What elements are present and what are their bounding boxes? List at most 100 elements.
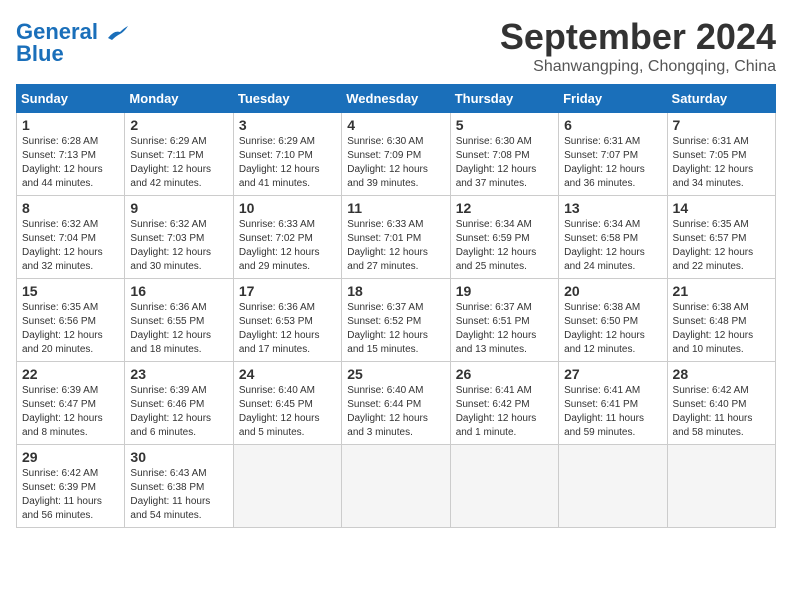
calendar-cell xyxy=(233,445,341,528)
logo-line2: Blue xyxy=(16,42,64,66)
day-info: Sunrise: 6:43 AMSunset: 6:38 PMDaylight:… xyxy=(130,467,227,523)
day-info: Sunrise: 6:42 AMSunset: 6:39 PMDaylight:… xyxy=(22,467,119,523)
calendar-week-1: 1 Sunrise: 6:28 AMSunset: 7:13 PMDaylight… xyxy=(17,113,776,196)
calendar-cell xyxy=(342,445,450,528)
day-info: Sunrise: 6:38 AMSunset: 6:50 PMDaylight:… xyxy=(564,301,661,357)
day-number: 7 xyxy=(673,117,770,133)
calendar-cell: 13Sunrise: 6:34 AMSunset: 6:58 PMDayligh… xyxy=(559,196,667,279)
day-info: Sunrise: 6:35 AMSunset: 6:57 PMDaylight:… xyxy=(673,218,770,274)
col-friday: Friday xyxy=(559,85,667,113)
col-thursday: Thursday xyxy=(450,85,558,113)
day-number: 27 xyxy=(564,366,661,382)
day-info: Sunrise: 6:32 AMSunset: 7:03 PMDaylight:… xyxy=(130,218,227,274)
day-info: Sunrise: 6:31 AMSunset: 7:07 PMDaylight:… xyxy=(564,135,661,191)
calendar-cell: 1 Sunrise: 6:28 AMSunset: 7:13 PMDaylight… xyxy=(17,113,125,196)
calendar-cell: 5Sunrise: 6:30 AMSunset: 7:08 PMDaylight… xyxy=(450,113,558,196)
day-info: Sunrise: 6:30 AMSunset: 7:08 PMDaylight:… xyxy=(456,135,553,191)
day-number: 28 xyxy=(673,366,770,382)
day-number: 14 xyxy=(673,200,770,216)
day-number: 1 xyxy=(22,117,119,133)
day-info: Sunrise: 6:41 AMSunset: 6:42 PMDaylight:… xyxy=(456,384,553,440)
calendar-table: Sunday Monday Tuesday Wednesday Thursday… xyxy=(16,84,776,528)
day-number: 19 xyxy=(456,283,553,299)
day-info: Sunrise: 6:30 AMSunset: 7:09 PMDaylight:… xyxy=(347,135,444,191)
day-info: Sunrise: 6:35 AMSunset: 6:56 PMDaylight:… xyxy=(22,301,119,357)
day-number: 30 xyxy=(130,449,227,465)
day-info: Sunrise: 6:40 AMSunset: 6:44 PMDaylight:… xyxy=(347,384,444,440)
day-number: 21 xyxy=(673,283,770,299)
calendar-cell: 22 Sunrise: 6:39 AMSunset: 6:47 PMDayligh… xyxy=(17,362,125,445)
calendar-cell: 4 Sunrise: 6:30 AMSunset: 7:09 PMDaylight… xyxy=(342,113,450,196)
day-info: Sunrise: 6:36 AMSunset: 6:53 PMDaylight:… xyxy=(239,301,336,357)
day-number: 15 xyxy=(22,283,119,299)
calendar-cell: 2Sunrise: 6:29 AMSunset: 7:11 PMDaylight… xyxy=(125,113,233,196)
day-number: 9 xyxy=(130,200,227,216)
day-number: 11 xyxy=(347,200,444,216)
day-number: 6 xyxy=(564,117,661,133)
day-info: Sunrise: 6:42 AMSunset: 6:40 PMDaylight:… xyxy=(673,384,770,440)
calendar-cell: 16 Sunrise: 6:36 AMSunset: 6:55 PMDayligh… xyxy=(125,279,233,362)
day-info: Sunrise: 6:37 AMSunset: 6:52 PMDaylight:… xyxy=(347,301,444,357)
calendar-cell: 29 Sunrise: 6:42 AMSunset: 6:39 PMDayligh… xyxy=(17,445,125,528)
day-info: Sunrise: 6:39 AMSunset: 6:46 PMDaylight:… xyxy=(130,384,227,440)
calendar-cell: 26 Sunrise: 6:41 AMSunset: 6:42 PMDayligh… xyxy=(450,362,558,445)
page-header: General Blue September 2024 Shanwangping… xyxy=(16,16,776,76)
day-number: 10 xyxy=(239,200,336,216)
day-number: 8 xyxy=(22,200,119,216)
location-title: Shanwangping, Chongqing, China xyxy=(500,58,776,76)
calendar-cell: 10 Sunrise: 6:33 AMSunset: 7:02 PMDayligh… xyxy=(233,196,341,279)
logo-bird-icon xyxy=(106,24,128,42)
day-number: 3 xyxy=(239,117,336,133)
calendar-cell: 17 Sunrise: 6:36 AMSunset: 6:53 PMDayligh… xyxy=(233,279,341,362)
day-number: 25 xyxy=(347,366,444,382)
day-info: Sunrise: 6:33 AMSunset: 7:02 PMDaylight:… xyxy=(239,218,336,274)
day-number: 20 xyxy=(564,283,661,299)
day-info: Sunrise: 6:29 AMSunset: 7:10 PMDaylight:… xyxy=(239,135,336,191)
calendar-cell: 6 Sunrise: 6:31 AMSunset: 7:07 PMDaylight… xyxy=(559,113,667,196)
day-number: 4 xyxy=(347,117,444,133)
calendar-cell: 19 Sunrise: 6:37 AMSunset: 6:51 PMDayligh… xyxy=(450,279,558,362)
day-info: Sunrise: 6:39 AMSunset: 6:47 PMDaylight:… xyxy=(22,384,119,440)
day-number: 29 xyxy=(22,449,119,465)
calendar-cell: 14 Sunrise: 6:35 AMSunset: 6:57 PMDayligh… xyxy=(667,196,775,279)
title-area: September 2024 Shanwangping, Chongqing, … xyxy=(500,16,776,76)
calendar-cell: 24Sunrise: 6:40 AMSunset: 6:45 PMDayligh… xyxy=(233,362,341,445)
day-info: Sunrise: 6:32 AMSunset: 7:04 PMDaylight:… xyxy=(22,218,119,274)
calendar-cell xyxy=(667,445,775,528)
day-info: Sunrise: 6:34 AMSunset: 6:59 PMDaylight:… xyxy=(456,218,553,274)
calendar-cell: 11 Sunrise: 6:33 AMSunset: 7:01 PMDayligh… xyxy=(342,196,450,279)
day-info: Sunrise: 6:28 AMSunset: 7:13 PMDaylight:… xyxy=(22,135,119,191)
day-number: 23 xyxy=(130,366,227,382)
calendar-cell: 12Sunrise: 6:34 AMSunset: 6:59 PMDayligh… xyxy=(450,196,558,279)
calendar-cell: 3 Sunrise: 6:29 AMSunset: 7:10 PMDaylight… xyxy=(233,113,341,196)
day-number: 22 xyxy=(22,366,119,382)
day-number: 17 xyxy=(239,283,336,299)
col-tuesday: Tuesday xyxy=(233,85,341,113)
col-sunday: Sunday xyxy=(17,85,125,113)
calendar-cell: 8 Sunrise: 6:32 AMSunset: 7:04 PMDaylight… xyxy=(17,196,125,279)
calendar-cell: 18Sunrise: 6:37 AMSunset: 6:52 PMDayligh… xyxy=(342,279,450,362)
day-info: Sunrise: 6:29 AMSunset: 7:11 PMDaylight:… xyxy=(130,135,227,191)
calendar-cell: 25 Sunrise: 6:40 AMSunset: 6:44 PMDayligh… xyxy=(342,362,450,445)
calendar-week-4: 22 Sunrise: 6:39 AMSunset: 6:47 PMDayligh… xyxy=(17,362,776,445)
calendar-cell xyxy=(559,445,667,528)
day-info: Sunrise: 6:36 AMSunset: 6:55 PMDaylight:… xyxy=(130,301,227,357)
calendar-week-2: 8 Sunrise: 6:32 AMSunset: 7:04 PMDaylight… xyxy=(17,196,776,279)
day-number: 26 xyxy=(456,366,553,382)
calendar-cell: 21Sunrise: 6:38 AMSunset: 6:48 PMDayligh… xyxy=(667,279,775,362)
calendar-cell: 15 Sunrise: 6:35 AMSunset: 6:56 PMDayligh… xyxy=(17,279,125,362)
col-monday: Monday xyxy=(125,85,233,113)
day-info: Sunrise: 6:37 AMSunset: 6:51 PMDaylight:… xyxy=(456,301,553,357)
day-number: 16 xyxy=(130,283,227,299)
day-info: Sunrise: 6:41 AMSunset: 6:41 PMDaylight:… xyxy=(564,384,661,440)
day-info: Sunrise: 6:40 AMSunset: 6:45 PMDaylight:… xyxy=(239,384,336,440)
day-info: Sunrise: 6:31 AMSunset: 7:05 PMDaylight:… xyxy=(673,135,770,191)
calendar-cell: 28 Sunrise: 6:42 AMSunset: 6:40 PMDayligh… xyxy=(667,362,775,445)
calendar-week-5: 29 Sunrise: 6:42 AMSunset: 6:39 PMDayligh… xyxy=(17,445,776,528)
calendar-cell: 27 Sunrise: 6:41 AMSunset: 6:41 PMDayligh… xyxy=(559,362,667,445)
calendar-cell: 7 Sunrise: 6:31 AMSunset: 7:05 PMDaylight… xyxy=(667,113,775,196)
col-wednesday: Wednesday xyxy=(342,85,450,113)
day-info: Sunrise: 6:34 AMSunset: 6:58 PMDaylight:… xyxy=(564,218,661,274)
col-saturday: Saturday xyxy=(667,85,775,113)
day-info: Sunrise: 6:33 AMSunset: 7:01 PMDaylight:… xyxy=(347,218,444,274)
